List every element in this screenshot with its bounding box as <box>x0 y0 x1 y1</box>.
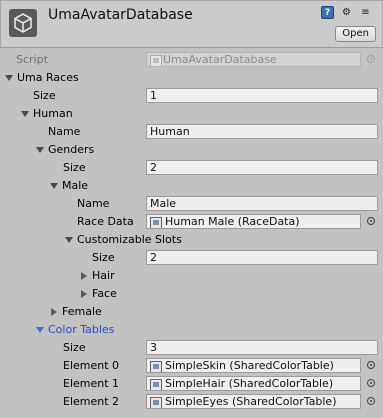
female-foldout[interactable]: Female <box>0 303 383 321</box>
foldout-expanded-icon[interactable] <box>50 183 58 189</box>
human-foldout[interactable]: Human <box>0 105 383 123</box>
script-row: Script UmaAvatarDatabase <box>0 51 383 69</box>
size-field[interactable]: 2 <box>146 250 378 265</box>
name-label: Name <box>77 197 110 210</box>
foldout-label: Color Tables <box>48 323 115 336</box>
element-field[interactable]: SimpleEyes (SharedColorTable) <box>146 394 361 409</box>
element-label: Element 2 <box>63 395 120 408</box>
script-label: Script <box>16 53 48 66</box>
element-label: Element 0 <box>63 359 120 372</box>
settings-icon[interactable]: ⚙ <box>340 6 353 19</box>
foldout-expanded-icon[interactable] <box>65 237 73 243</box>
foldout-expanded-icon[interactable] <box>21 111 29 117</box>
shared-color-table-icon <box>150 379 162 390</box>
male-name-row: Name Male <box>0 195 383 213</box>
script-asset-icon <box>150 55 162 66</box>
object-picker-icon[interactable] <box>367 361 375 369</box>
race-data-row: Race Data Human Male (RaceData) <box>0 213 383 231</box>
foldout-expanded-icon[interactable] <box>36 147 44 153</box>
menu-icon[interactable]: ≡ <box>359 6 372 19</box>
foldout-label: Human <box>33 107 73 120</box>
shared-color-table-icon <box>150 397 162 408</box>
inspector-header: UmaAvatarDatabase ? ⚙ ≡ Open <box>0 0 383 48</box>
name-label: Name <box>48 125 81 138</box>
name-field[interactable]: Human <box>146 124 378 139</box>
foldout-collapsed-icon[interactable] <box>81 272 87 280</box>
size-field[interactable]: 1 <box>146 88 378 103</box>
size-label: Size <box>92 251 115 264</box>
color-table-element-row: Element 2 SimpleEyes (SharedColorTable) <box>0 393 383 411</box>
script-field: UmaAvatarDatabase <box>146 52 361 67</box>
size-field[interactable]: 2 <box>146 160 378 175</box>
help-icon[interactable]: ? <box>321 6 334 19</box>
object-picker-icon[interactable] <box>367 397 375 405</box>
foldout-collapsed-icon[interactable] <box>81 290 87 298</box>
foldout-label: Customizable Slots <box>77 233 182 246</box>
size-label: Size <box>63 341 86 354</box>
uma-races-size-row: Size 1 <box>0 87 383 105</box>
asset-title: UmaAvatarDatabase <box>48 7 193 23</box>
size-label: Size <box>63 161 86 174</box>
human-name-row: Name Human <box>0 123 383 141</box>
male-foldout[interactable]: Male <box>0 177 383 195</box>
color-tables-foldout[interactable]: Color Tables <box>0 321 383 339</box>
shared-color-table-icon <box>150 361 162 372</box>
size-label: Size <box>33 89 56 102</box>
genders-foldout[interactable]: Genders <box>0 141 383 159</box>
foldout-expanded-icon[interactable] <box>5 75 13 81</box>
element-field[interactable]: SimpleHair (SharedColorTable) <box>146 376 361 391</box>
foldout-label: Male <box>62 179 89 192</box>
customizable-slots-size-row: Size 2 <box>0 249 383 267</box>
open-button[interactable]: Open <box>335 26 376 42</box>
color-tables-size-row: Size 3 <box>0 339 383 357</box>
foldout-label: Uma Races <box>17 71 79 84</box>
genders-size-row: Size 2 <box>0 159 383 177</box>
race-data-label: Race Data <box>77 215 134 228</box>
element-field[interactable]: SimpleSkin (SharedColorTable) <box>146 358 361 373</box>
name-field[interactable]: Male <box>146 196 378 211</box>
object-picker-icon[interactable] <box>367 217 375 225</box>
unity-asset-icon <box>9 9 37 37</box>
foldout-label: Face <box>92 287 117 300</box>
color-table-element-row: Element 1 SimpleHair (SharedColorTable) <box>0 375 383 393</box>
object-picker-icon[interactable] <box>367 379 375 387</box>
object-picker-icon <box>367 55 375 63</box>
foldout-label: Genders <box>48 143 95 156</box>
uma-races-foldout[interactable]: Uma Races <box>0 69 383 87</box>
face-foldout[interactable]: Face <box>0 285 383 303</box>
foldout-label: Hair <box>92 269 115 282</box>
foldout-collapsed-icon[interactable] <box>51 308 57 316</box>
foldout-label: Female <box>62 305 102 318</box>
color-table-element-row: Element 0 SimpleSkin (SharedColorTable) <box>0 357 383 375</box>
element-label: Element 1 <box>63 377 120 390</box>
customizable-slots-foldout[interactable]: Customizable Slots <box>0 231 383 249</box>
race-data-asset-icon <box>150 217 162 228</box>
foldout-expanded-icon[interactable] <box>36 327 44 333</box>
size-field[interactable]: 3 <box>146 340 378 355</box>
race-data-field[interactable]: Human Male (RaceData) <box>146 214 361 229</box>
hair-foldout[interactable]: Hair <box>0 267 383 285</box>
